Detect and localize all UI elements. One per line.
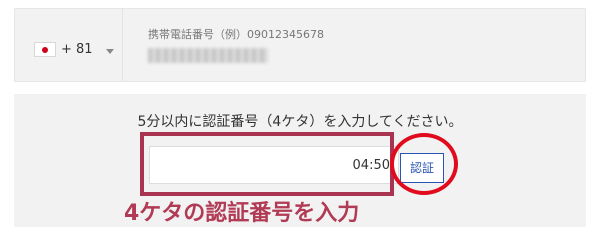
- chevron-down-icon: [106, 49, 114, 54]
- phone-number-value-blurred: [148, 48, 268, 63]
- button-highlight-circle: [390, 133, 458, 195]
- input-highlight-rectangle: [140, 132, 394, 196]
- dial-code: + 81: [61, 42, 93, 57]
- country-code-select[interactable]: + 81: [15, 9, 123, 81]
- phone-number-row: + 81 携帯電話番号（例）09012345678: [14, 8, 586, 82]
- phone-number-label: 携帯電話番号（例）09012345678: [148, 28, 324, 41]
- phone-number-field[interactable]: 携帯電話番号（例）09012345678: [123, 9, 585, 81]
- flag-red-circle: [42, 47, 48, 53]
- japan-flag-icon: [34, 42, 56, 57]
- verification-instruction: 5分以内に認証番号（4ケタ）を入力してください。: [137, 114, 463, 130]
- annotation-caption: 4ケタの認証番号を入力: [124, 201, 360, 226]
